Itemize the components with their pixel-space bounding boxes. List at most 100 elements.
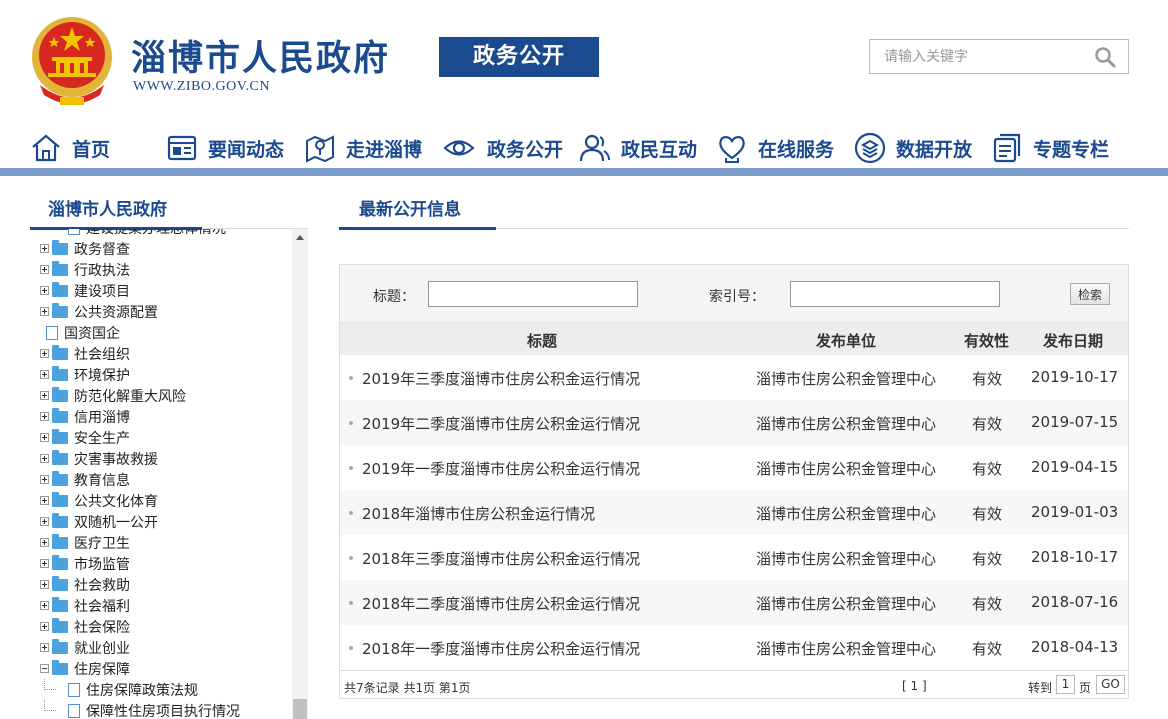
home-icon <box>32 134 60 162</box>
tree-item-label: 双随机一公开 <box>74 514 158 531</box>
tree-item-label: 社会组织 <box>74 346 130 363</box>
expand-icon[interactable] <box>40 244 49 253</box>
tree-item[interactable]: 环境保护 <box>30 364 292 385</box>
tree-item[interactable]: 社会保险 <box>30 616 292 637</box>
table-row[interactable]: 2019年二季度淄博市住房公积金运行情况 淄博市住房公积金管理中心 有效 2019-0… <box>340 400 1128 445</box>
sidebar-scrollbar[interactable] <box>292 229 308 719</box>
tree-item-label: 保障性住房项目执行情况 <box>86 703 240 719</box>
tree-item[interactable]: 防范化解重大风险 <box>30 385 292 406</box>
row-validity: 有效 <box>972 595 1003 613</box>
table-row[interactable]: 2018年二季度淄博市住房公积金运行情况 淄博市住房公积金管理中心 有效 2018-0… <box>340 580 1128 625</box>
table-row[interactable]: 2019年三季度淄博市住房公积金运行情况 淄博市住房公积金管理中心 有效 2019-1… <box>340 355 1128 400</box>
row-publisher: 淄博市住房公积金管理中心 <box>756 370 937 388</box>
expand-icon[interactable] <box>40 412 49 421</box>
table-row[interactable]: 2018年淄博市住房公积金运行情况 淄博市住房公积金管理中心 有效 2019-01-0… <box>340 490 1128 535</box>
tree-item[interactable]: 住房保障 <box>30 658 292 679</box>
page-links[interactable]: [ 1 ] <box>902 679 927 693</box>
goto-page-input[interactable]: 1 <box>1056 675 1075 694</box>
table-row[interactable]: 2018年一季度淄博市住房公积金运行情况 淄博市住房公积金管理中心 有效 2018-0… <box>340 625 1128 670</box>
tree-item[interactable]: 社会救助 <box>30 574 292 595</box>
nav-item-interaction[interactable]: 政民互动 <box>579 128 697 168</box>
nav-item-open-data[interactable]: 数据开放 <box>854 128 972 168</box>
tree-item[interactable]: 安全生产 <box>30 427 292 448</box>
folder-icon <box>52 491 68 507</box>
nav-item-public-affairs[interactable]: 政务公开 <box>441 128 563 168</box>
expand-icon[interactable] <box>40 517 49 526</box>
row-title-link[interactable]: 2018年淄博市住房公积金运行情况 <box>362 503 595 524</box>
nav-item-news[interactable]: 要闻动态 <box>166 128 284 168</box>
expand-icon[interactable] <box>40 580 49 589</box>
expand-icon[interactable] <box>40 391 49 400</box>
tree-item[interactable]: 教育信息 <box>30 469 292 490</box>
search-icon[interactable] <box>1094 46 1116 68</box>
index-filter-input[interactable] <box>790 281 1000 307</box>
title-filter-input[interactable] <box>428 281 638 307</box>
expand-icon[interactable] <box>40 559 49 568</box>
row-title-link[interactable]: 2018年三季度淄博市住房公积金运行情况 <box>362 548 640 569</box>
tree-item[interactable]: 行政执法 <box>30 259 292 280</box>
tree-item-label: 安全生产 <box>74 430 130 447</box>
expand-icon[interactable] <box>40 475 49 484</box>
tree-item[interactable]: 公共文化体育 <box>30 490 292 511</box>
tree-item[interactable]: 住房保障政策法规 <box>30 679 292 700</box>
tree-item-label: 社会保险 <box>74 619 130 636</box>
tree-item[interactable]: 建设项目 <box>30 280 292 301</box>
search-input[interactable] <box>870 40 1080 73</box>
expand-icon[interactable] <box>40 496 49 505</box>
tree-item[interactable]: 社会福利 <box>30 595 292 616</box>
row-validity: 有效 <box>972 370 1003 388</box>
tree-item[interactable]: 保障性住房项目执行情况 <box>30 700 292 719</box>
nav-item-home[interactable]: 首页 <box>30 128 110 168</box>
table-row[interactable]: 2018年三季度淄博市住房公积金运行情况 淄博市住房公积金管理中心 有效 2018-1… <box>340 535 1128 580</box>
scroll-up-arrow-icon[interactable] <box>296 235 304 240</box>
tree-item[interactable]: 国资国企 <box>30 322 292 343</box>
row-title-link[interactable]: 2019年一季度淄博市住房公积金运行情况 <box>362 458 640 479</box>
nav-item-special-topics[interactable]: 专题专栏 <box>991 128 1109 168</box>
scrollbar-thumb[interactable] <box>293 699 307 719</box>
expand-icon[interactable] <box>40 307 49 316</box>
expand-icon[interactable] <box>40 265 49 274</box>
expand-icon[interactable] <box>40 370 49 379</box>
table-body: 2019年三季度淄博市住房公积金运行情况 淄博市住房公积金管理中心 有效 2019-1… <box>340 355 1128 670</box>
expand-icon[interactable] <box>40 349 49 358</box>
folder-icon <box>52 449 68 465</box>
folder-icon <box>52 428 68 444</box>
tree-item[interactable]: 公共资源配置 <box>30 301 292 322</box>
expand-icon[interactable] <box>40 286 49 295</box>
folder-icon <box>52 638 68 654</box>
search-button[interactable]: 检索 <box>1070 283 1110 305</box>
tree-item[interactable]: 社会组织 <box>30 343 292 364</box>
tree-item[interactable]: 就业创业 <box>30 637 292 658</box>
row-date: 2018-10-17 <box>1031 548 1119 566</box>
expand-icon[interactable] <box>40 643 49 652</box>
expand-icon[interactable] <box>40 433 49 442</box>
tree-item[interactable]: 建设提案办理总体情况 <box>30 229 292 238</box>
go-button[interactable]: GO <box>1096 675 1125 694</box>
tree-item[interactable]: 政务督查 <box>30 238 292 259</box>
tree-item[interactable]: 双随机一公开 <box>30 511 292 532</box>
expand-icon[interactable] <box>40 622 49 631</box>
row-title-link[interactable]: 2018年二季度淄博市住房公积金运行情况 <box>362 593 640 614</box>
folder-icon <box>52 344 68 360</box>
table-row[interactable]: 2019年一季度淄博市住房公积金运行情况 淄博市住房公积金管理中心 有效 2019-0… <box>340 445 1128 490</box>
expand-icon[interactable] <box>40 601 49 610</box>
nav-label: 数据开放 <box>896 138 973 161</box>
tree-item[interactable]: 灾害事故救援 <box>30 448 292 469</box>
tree-item[interactable]: 市场监管 <box>30 553 292 574</box>
expand-icon[interactable] <box>40 538 49 547</box>
tree-item[interactable]: 医疗卫生 <box>30 532 292 553</box>
category-tree: 建设提案办理总体情况政务督查行政执法建设项目公共资源配置国资国企社会组织环境保护… <box>30 229 308 719</box>
bullet-dot-icon <box>349 466 353 470</box>
tree-connector <box>44 679 66 700</box>
expand-icon[interactable] <box>40 454 49 463</box>
row-title-link[interactable]: 2019年三季度淄博市住房公积金运行情况 <box>362 368 640 389</box>
nav-item-about[interactable]: 走进淄博 <box>304 128 422 168</box>
bullet-dot-icon <box>349 601 353 605</box>
row-title-link[interactable]: 2019年二季度淄博市住房公积金运行情况 <box>362 413 640 434</box>
pagination: 共7条记录 共1页 第1页 [ 1 ] 转到 1 页 GO <box>340 670 1128 698</box>
heart-hand-icon <box>719 136 745 163</box>
nav-item-online-service[interactable]: 在线服务 <box>716 128 834 168</box>
tree-item[interactable]: 信用淄博 <box>30 406 292 427</box>
row-title-link[interactable]: 2018年一季度淄博市住房公积金运行情况 <box>362 638 640 659</box>
collapse-icon[interactable] <box>40 664 49 673</box>
